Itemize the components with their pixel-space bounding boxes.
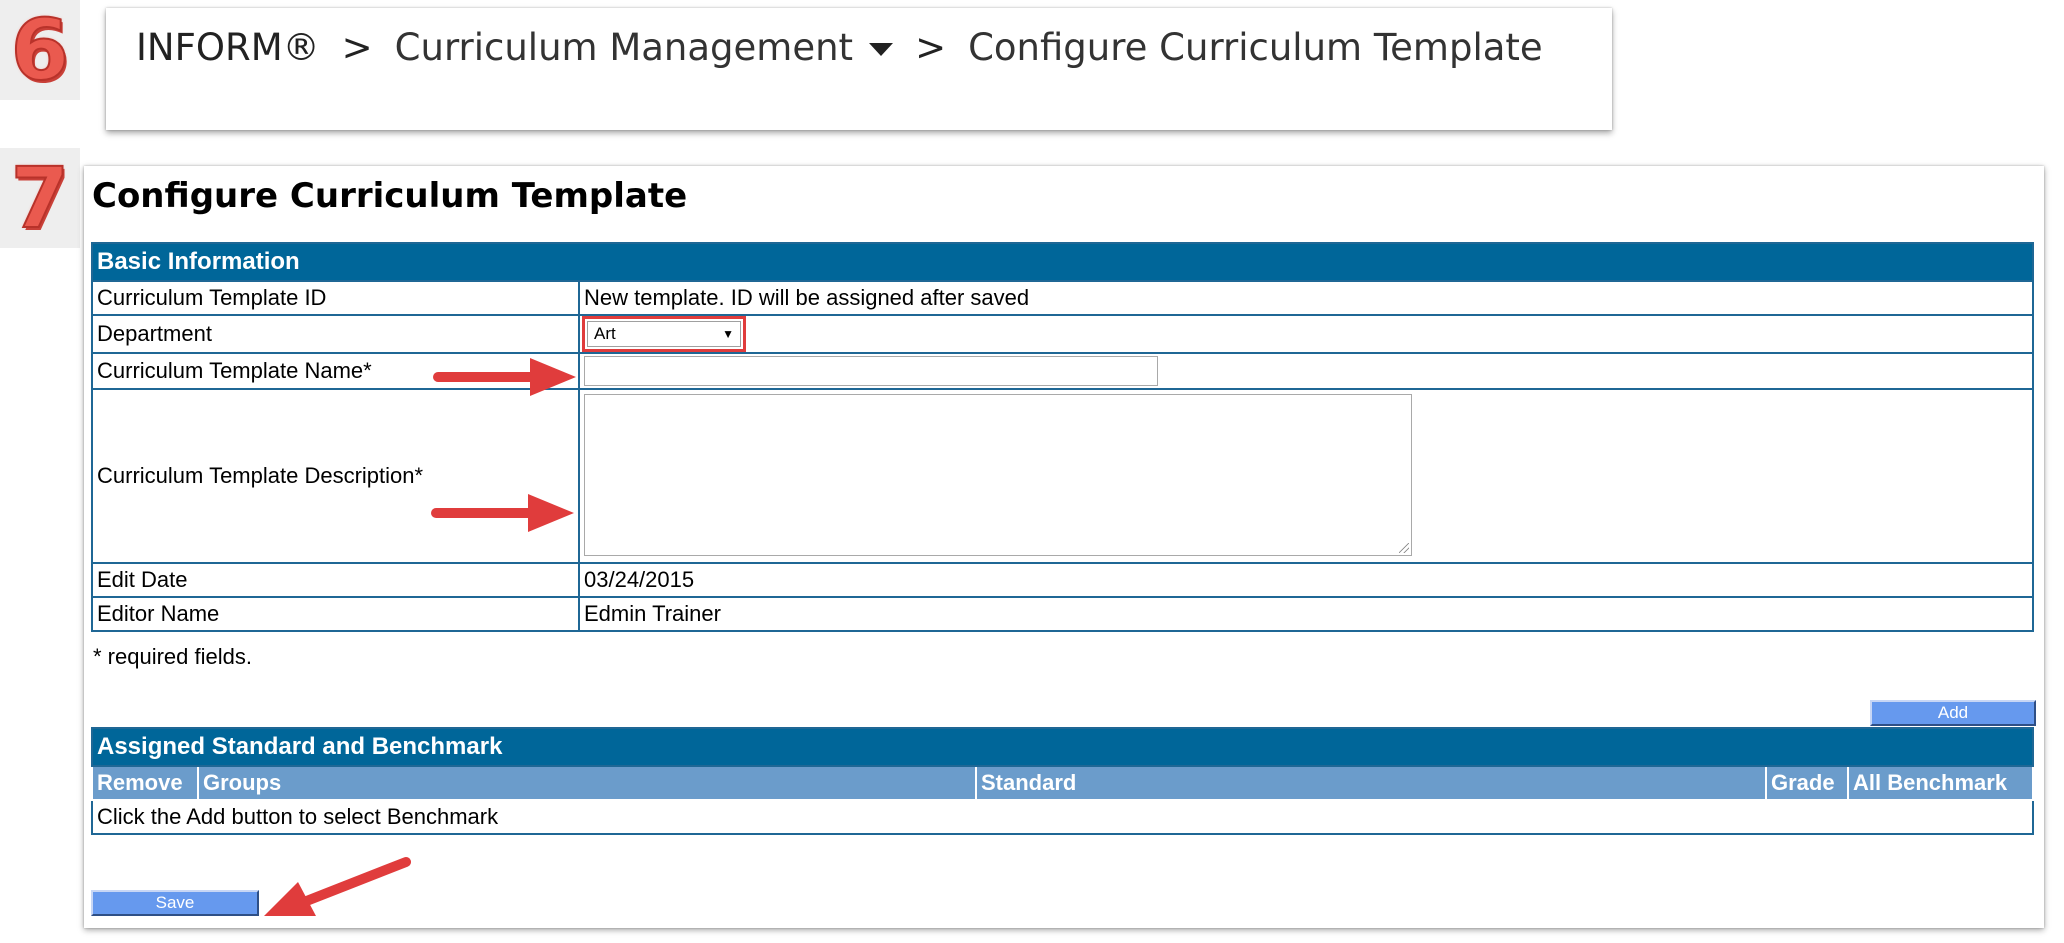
- empty-benchmark-message: Click the Add button to select Benchmark: [91, 799, 2034, 835]
- department-select[interactable]: Art ▼: [587, 321, 741, 347]
- breadcrumb-root[interactable]: INFORM®: [136, 26, 320, 69]
- breadcrumb-curriculum-management[interactable]: Curriculum Management: [395, 26, 853, 69]
- caret-down-icon[interactable]: [869, 43, 894, 56]
- edit-date-label: Edit Date: [91, 562, 580, 598]
- table-row: Click the Add button to select Benchmark: [91, 799, 2034, 835]
- basic-information-table: Basic Information Curriculum Template ID…: [91, 242, 2034, 632]
- template-id-label: Curriculum Template ID: [91, 280, 580, 316]
- template-id-value: New template. ID will be assigned after …: [578, 280, 2034, 316]
- edit-date-value: 03/24/2015: [578, 562, 2034, 598]
- department-row: Department Art ▼: [91, 314, 2034, 354]
- save-button[interactable]: Save: [91, 890, 259, 916]
- template-name-row: Curriculum Template Name*: [91, 352, 2034, 390]
- add-button[interactable]: Add: [1870, 700, 2036, 726]
- resize-grip-icon[interactable]: [1399, 543, 1409, 553]
- arrow-annotation-icon: [264, 857, 411, 916]
- template-description-textarea[interactable]: [584, 394, 1412, 556]
- breadcrumb: INFORM® > Curriculum Management > Config…: [136, 26, 1543, 69]
- step-6-number: 6: [10, 1, 70, 99]
- assigned-column-headers: Remove Groups Standard Grade All Benchma…: [91, 766, 2034, 801]
- step-7-number: 7: [10, 149, 70, 247]
- arrow-annotation-icon: [433, 358, 576, 396]
- breadcrumb-current: Configure Curriculum Template: [968, 26, 1543, 69]
- page-title: Configure Curriculum Template: [92, 176, 688, 216]
- breadcrumb-card: INFORM® > Curriculum Management > Config…: [106, 8, 1612, 130]
- department-label: Department: [91, 314, 580, 354]
- editor-name-row: Editor Name Edmin Trainer: [91, 596, 2034, 632]
- column-grade: Grade: [1765, 766, 1849, 801]
- editor-name-value: Edmin Trainer: [578, 596, 2034, 632]
- column-remove: Remove: [91, 766, 199, 801]
- basic-information-header: Basic Information: [91, 242, 2034, 282]
- required-fields-note: * required fields.: [93, 644, 252, 669]
- edit-date-row: Edit Date 03/24/2015: [91, 562, 2034, 598]
- column-standard: Standard: [975, 766, 1767, 801]
- template-description-row: Curriculum Template Description*: [91, 388, 2034, 564]
- dropdown-arrow-icon: ▼: [722, 327, 734, 341]
- assigned-standard-table: Assigned Standard and Benchmark Remove G…: [91, 727, 2034, 835]
- breadcrumb-separator: >: [341, 26, 373, 69]
- department-highlight: Art ▼: [582, 316, 746, 352]
- template-id-row: Curriculum Template ID New template. ID …: [91, 280, 2034, 316]
- column-all-benchmark: All Benchmark: [1847, 766, 2034, 801]
- department-selected-value: Art: [594, 324, 616, 343]
- configure-template-panel: Configure Curriculum Template Basic Info…: [84, 166, 2044, 928]
- step-7-badge: 7: [0, 148, 80, 248]
- assigned-standard-header: Assigned Standard and Benchmark: [91, 727, 2034, 767]
- editor-name-label: Editor Name: [91, 596, 580, 632]
- arrow-annotation-icon: [431, 494, 574, 532]
- step-6-badge: 6: [0, 0, 80, 100]
- column-groups: Groups: [197, 766, 977, 801]
- template-name-input[interactable]: [584, 356, 1158, 386]
- breadcrumb-separator: >: [915, 26, 947, 69]
